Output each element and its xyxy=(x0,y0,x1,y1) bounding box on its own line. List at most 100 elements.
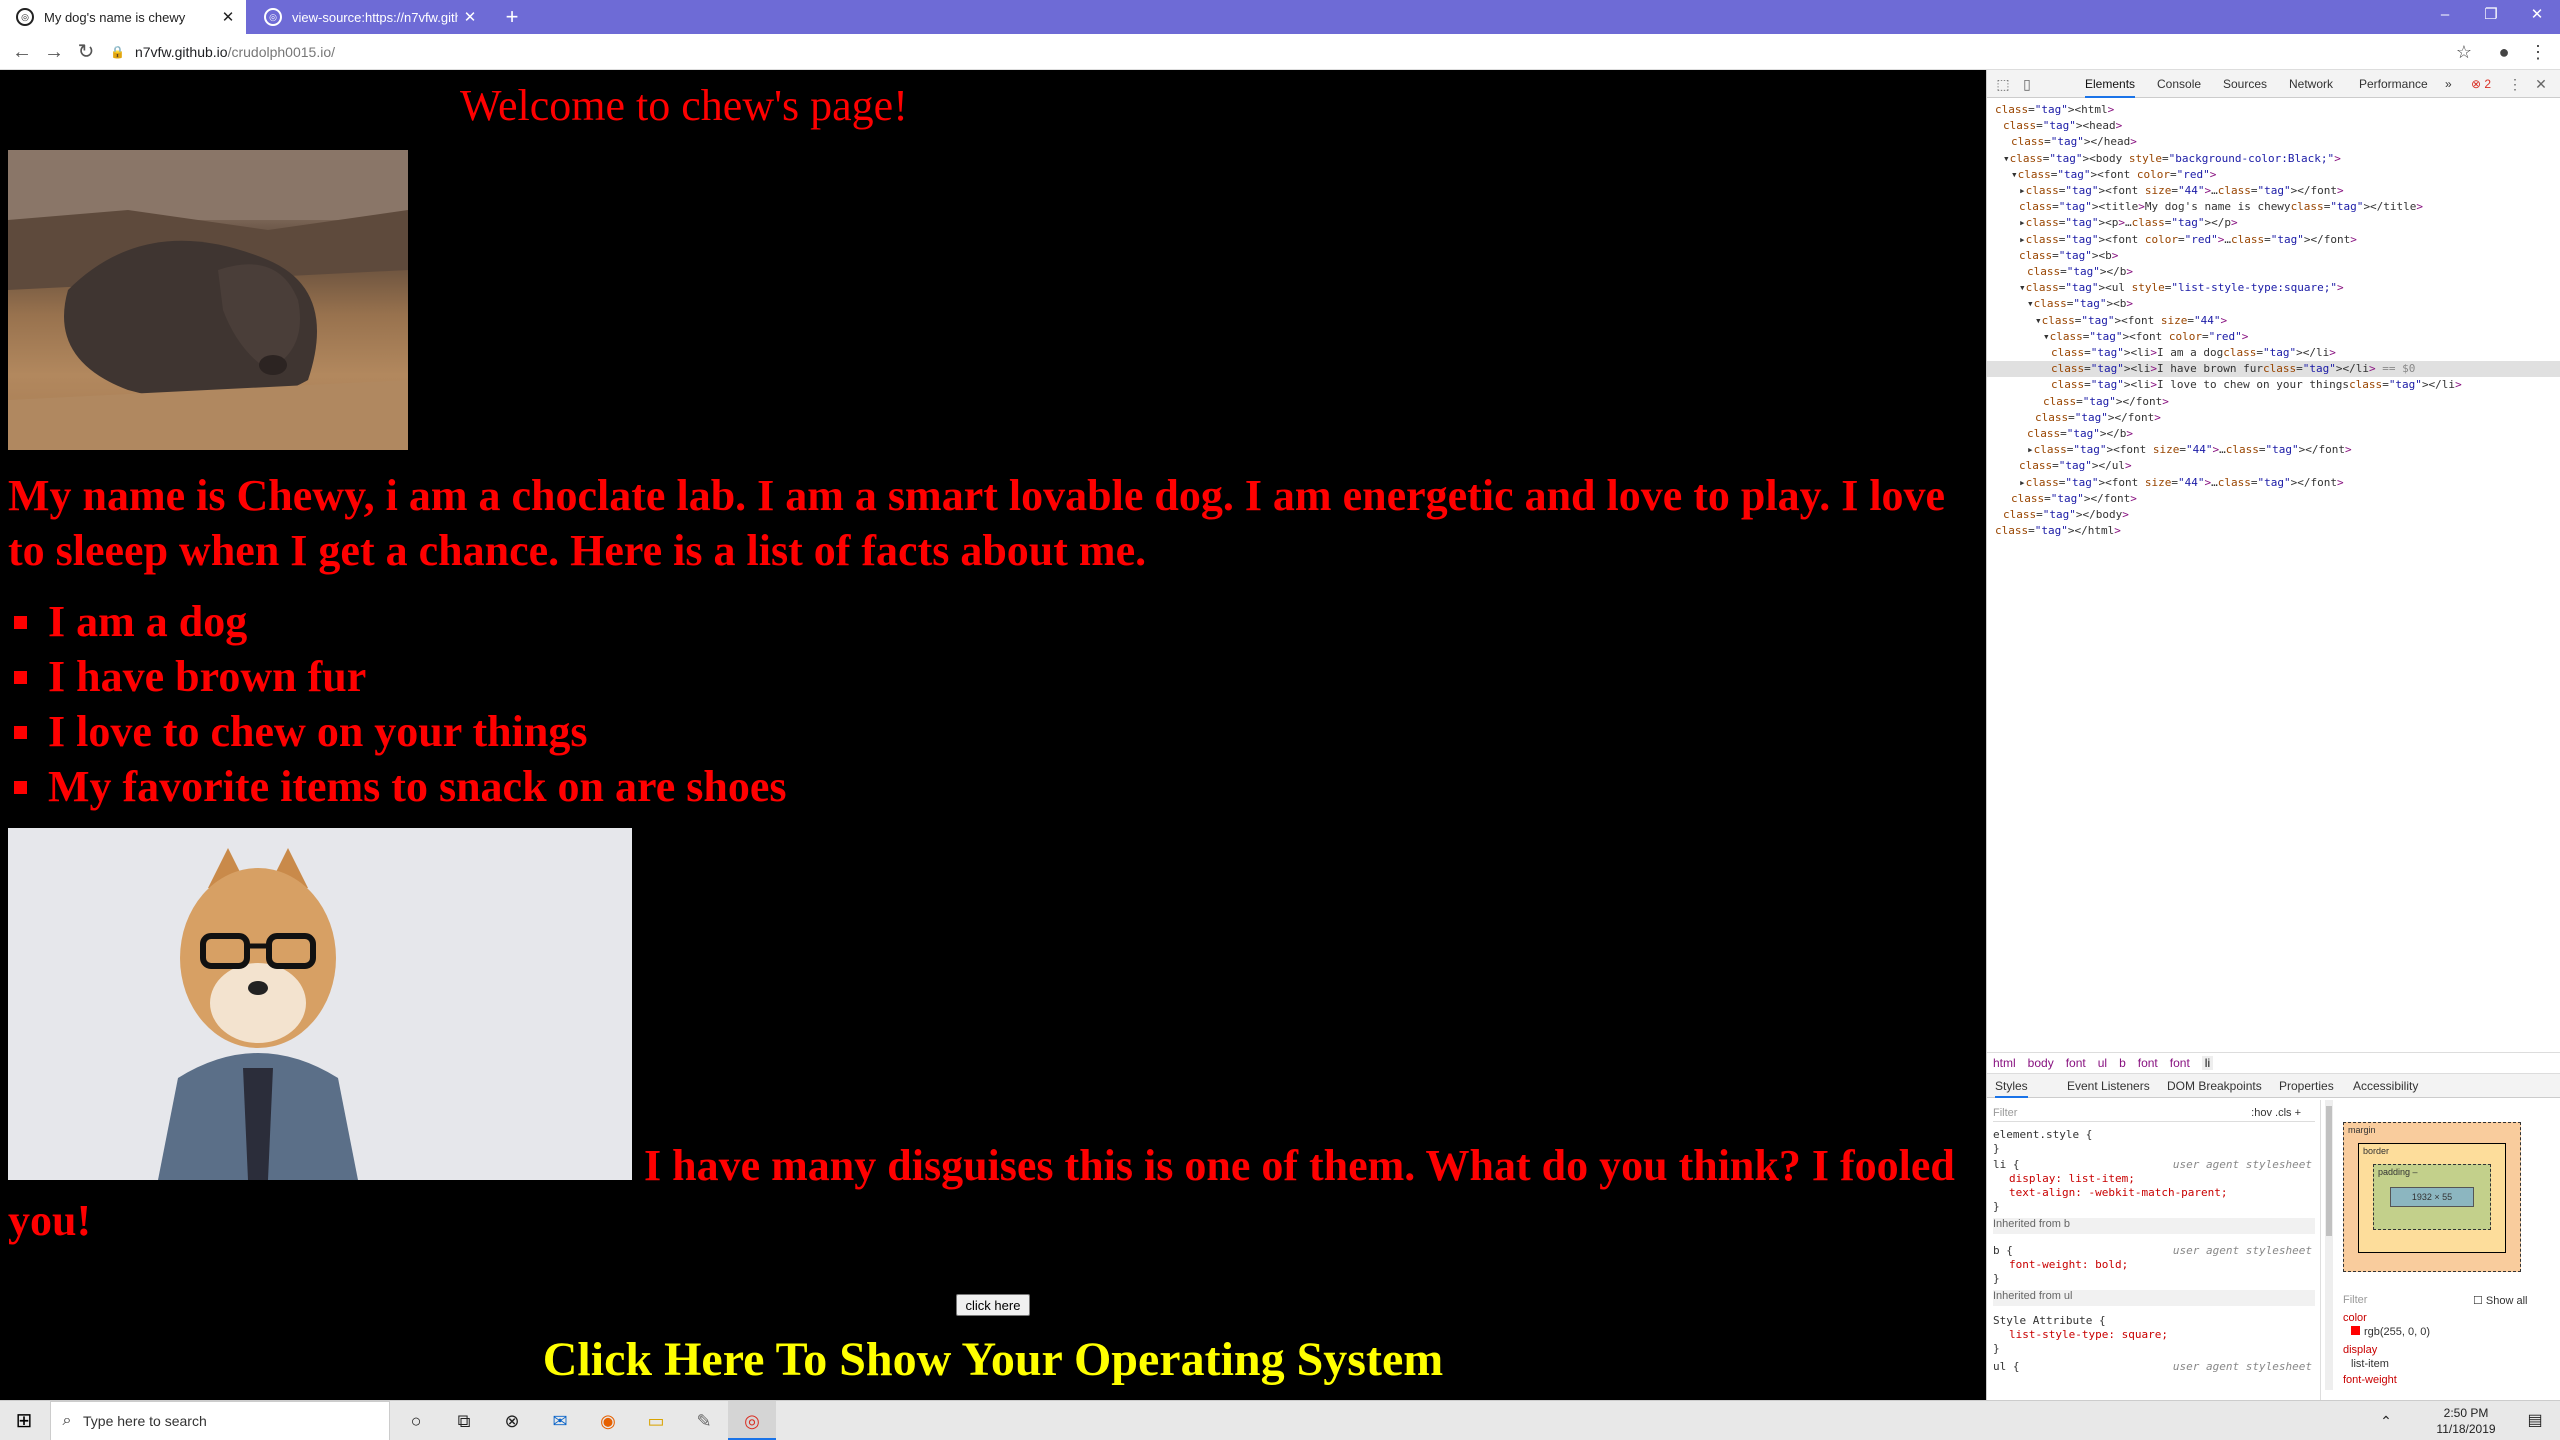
computed-filter-input[interactable]: Filter xyxy=(2343,1294,2367,1306)
reload-icon[interactable]: ↻ xyxy=(72,38,100,66)
dom-node-line[interactable]: class="tag"></b> xyxy=(2027,426,2133,442)
dom-node-line[interactable]: class="tag"></font> xyxy=(2035,410,2161,426)
scrollbar-thumb[interactable] xyxy=(2326,1106,2332,1236)
show-all-checkbox[interactable]: ☐ Show all xyxy=(2473,1294,2528,1307)
app-icon[interactable]: ✎ xyxy=(680,1401,728,1440)
dom-node-line[interactable]: class="tag"><title>My dog's name is chew… xyxy=(2019,199,2423,215)
dom-node-line[interactable]: class="tag"><html> xyxy=(1995,102,2114,118)
minimize-button[interactable]: – xyxy=(2422,0,2468,34)
dom-node-line[interactable]: class="tag"></b> xyxy=(2027,264,2133,280)
tab-dom-breakpoints[interactable]: DOM Breakpoints xyxy=(2167,1074,2262,1098)
breadcrumb-item[interactable]: font xyxy=(2138,1056,2158,1070)
dom-node-line[interactable]: class="tag"><li>I have brown furclass="t… xyxy=(1987,361,2560,378)
dom-node-line[interactable]: class="tag"><li>I am a dogclass="tag"></… xyxy=(2051,345,2336,361)
breadcrumb-item[interactable]: ul xyxy=(2098,1056,2107,1070)
styles-filter-input[interactable]: Filter :hov .cls + xyxy=(1993,1104,2315,1122)
dom-node-line[interactable]: ▸class="tag"><font color="red">…class="t… xyxy=(2019,232,2357,248)
breadcrumb-item[interactable]: font xyxy=(2170,1056,2190,1070)
search-placeholder: Type here to search xyxy=(83,1413,207,1429)
tab-styles[interactable]: Styles xyxy=(1995,1074,2028,1098)
address-bar[interactable]: 🔒 n7vfw.github.io /crudolph0015.io/ xyxy=(110,38,2430,66)
dom-node-line[interactable]: ▸class="tag"><p>…class="tag"></p> xyxy=(2019,215,2238,231)
globe-icon: ◎ xyxy=(264,8,282,26)
breadcrumb-item[interactable]: li xyxy=(2201,1056,2214,1070)
dom-tree: class="tag"><html> class="tag"><head> clas… xyxy=(1987,100,2560,1050)
notifications-icon[interactable]: ▤ xyxy=(2512,1401,2558,1440)
windows-start-icon[interactable]: ⊞ xyxy=(0,1401,48,1440)
dom-node-line[interactable]: class="tag"></html> xyxy=(1995,523,2121,539)
tray-chevron-icon[interactable]: ⌃ xyxy=(2372,1401,2400,1440)
close-tab-icon[interactable]: ✕ xyxy=(216,8,240,26)
xbox-icon[interactable]: ⊗ xyxy=(488,1401,536,1440)
clock-time: 2:50 PM xyxy=(2443,1406,2489,1420)
breadcrumb-item[interactable]: b xyxy=(2119,1056,2126,1070)
forward-arrow-icon[interactable]: → xyxy=(40,38,68,66)
chocolate-lab-photo xyxy=(8,150,408,450)
new-tab-button[interactable]: + xyxy=(498,3,526,31)
menu-dots-icon[interactable]: ⋮ xyxy=(2524,38,2552,66)
dom-node-line[interactable]: class="tag"></ul> xyxy=(2019,458,2132,474)
dom-node-line[interactable]: class="tag"></font> xyxy=(2011,491,2137,507)
inspect-element-icon[interactable]: ⬚ xyxy=(1993,74,2013,94)
taskbar-clock[interactable]: 2:50 PM 11/18/2019 xyxy=(2420,1405,2512,1437)
file-explorer-icon[interactable]: ▭ xyxy=(632,1401,680,1440)
settings-dots-icon[interactable]: ⋮ xyxy=(2505,74,2525,94)
breadcrumb-item[interactable]: html xyxy=(1993,1056,2016,1070)
dom-node-line[interactable]: ▾class="tag"><font size="44"> xyxy=(2035,313,2227,329)
tab-console[interactable]: Console xyxy=(2157,70,2201,98)
close-window-button[interactable]: ✕ xyxy=(2514,0,2560,34)
tab-network[interactable]: Network xyxy=(2289,70,2333,98)
close-tab-icon[interactable]: ✕ xyxy=(458,8,482,26)
tab-elements[interactable]: Elements xyxy=(2085,70,2136,98)
outlook-icon[interactable]: ✉ xyxy=(536,1401,584,1440)
element-style-rule: element.style { xyxy=(1993,1128,2093,1141)
error-badge[interactable]: ⊗ 2 xyxy=(2471,70,2491,98)
tab-accessibility[interactable]: Accessibility xyxy=(2353,1074,2418,1098)
device-toggle-icon[interactable]: ▯ xyxy=(2017,74,2037,94)
box-model-diagram: margin border padding – 1932 × 55 xyxy=(2343,1122,2521,1272)
margin-label: margin xyxy=(2348,1125,2376,1135)
dom-node-line[interactable]: ▾class="tag"><b> xyxy=(2027,296,2133,312)
star-icon[interactable]: ☆ xyxy=(2450,38,2478,66)
show-os-link[interactable]: Click Here To Show Your Operating System xyxy=(0,1332,1986,1387)
styles-filter-options[interactable]: :hov .cls + xyxy=(2251,1104,2301,1122)
border-label: border xyxy=(2363,1146,2390,1156)
tab-performance[interactable]: Performance xyxy=(2359,70,2428,98)
tab-properties[interactable]: Properties xyxy=(2279,1074,2334,1098)
facts-list: I am a dog I have brown fur I love to ch… xyxy=(8,594,787,814)
dom-node-line[interactable]: class="tag"></body> xyxy=(2003,507,2129,523)
dom-node-line[interactable]: ▾class="tag"><ul style="list-style-type:… xyxy=(2019,280,2344,296)
firefox-icon[interactable]: ◉ xyxy=(584,1401,632,1440)
breadcrumb-item[interactable]: body xyxy=(2028,1056,2054,1070)
tab-my-dog[interactable]: ◎ My dog's name is chewy ✕ xyxy=(0,0,246,34)
dom-node-line[interactable]: class="tag"></head> xyxy=(2011,134,2137,150)
dom-node-line[interactable]: ▾class="tag"><body style="background-col… xyxy=(2003,151,2341,167)
search-icon: ⌕ xyxy=(62,1412,72,1429)
more-tabs-icon[interactable]: » xyxy=(2445,70,2452,98)
dom-node-line[interactable]: ▾class="tag"><font color="red"> xyxy=(2011,167,2216,183)
tab-title: view-source:https://n7vfw.github. xyxy=(292,9,458,25)
close-devtools-icon[interactable]: ✕ xyxy=(2531,74,2551,94)
breadcrumb-item[interactable]: font xyxy=(2066,1056,2086,1070)
dom-node-line[interactable]: ▾class="tag"><font color="red"> xyxy=(2043,329,2248,345)
rule-close: } xyxy=(1993,1272,2000,1285)
back-arrow-icon[interactable]: ← xyxy=(8,38,36,66)
cortana-icon[interactable]: ○ xyxy=(392,1401,440,1440)
restore-button[interactable]: ❐ xyxy=(2468,0,2514,34)
styles-scrollbar[interactable] xyxy=(2325,1100,2333,1390)
taskbar-search-box[interactable]: ⌕ Type here to search xyxy=(50,1401,390,1440)
dom-node-line[interactable]: ▸class="tag"><font size="44">…class="tag… xyxy=(2019,475,2344,491)
tab-sources[interactable]: Sources xyxy=(2223,70,2267,98)
click-here-button[interactable]: click here xyxy=(956,1294,1030,1316)
dom-node-line[interactable]: ▸class="tag"><font size="44">…class="tag… xyxy=(2019,183,2344,199)
dom-node-line[interactable]: class="tag"><li>I love to chew on your t… xyxy=(2051,377,2462,393)
tab-event-listeners[interactable]: Event Listeners xyxy=(2067,1074,2150,1098)
account-icon[interactable]: ● xyxy=(2490,38,2518,66)
tab-view-source[interactable]: ◎ view-source:https://n7vfw.github. ✕ xyxy=(248,0,488,34)
dom-node-line[interactable]: class="tag"><b> xyxy=(2019,248,2118,264)
chrome-icon[interactable]: ◎ xyxy=(728,1401,776,1440)
dom-node-line[interactable]: ▸class="tag"><font size="44">…class="tag… xyxy=(2027,442,2352,458)
dom-node-line[interactable]: class="tag"></font> xyxy=(2043,394,2169,410)
dom-node-line[interactable]: class="tag"><head> xyxy=(2003,118,2122,134)
task-view-icon[interactable]: ⧉ xyxy=(440,1401,488,1440)
